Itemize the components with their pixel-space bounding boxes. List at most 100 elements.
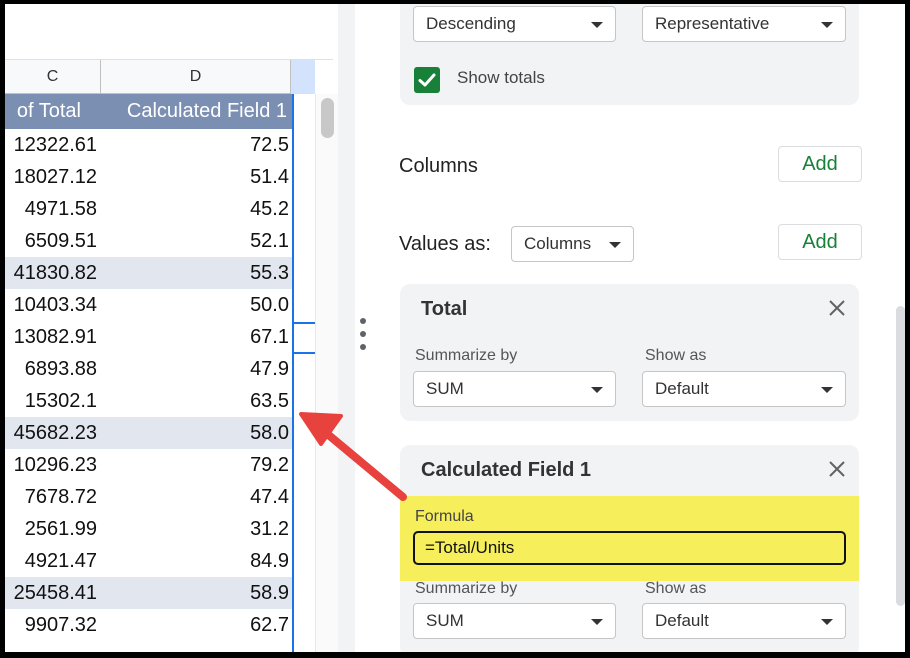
summarize-by-select[interactable]: SUM: [413, 371, 616, 407]
cell-of-total[interactable]: 13082.91: [5, 321, 97, 353]
cell-of-total[interactable]: 6509.51: [5, 225, 97, 257]
formula-highlight: Formula =Total/Units: [400, 496, 859, 581]
total-card-title: Total: [421, 298, 468, 320]
cell-calculated-field[interactable]: 47.9: [101, 353, 289, 385]
cell-calculated-field[interactable]: 62.7: [101, 609, 289, 641]
table-row: 10296.23 79.2: [5, 449, 292, 481]
cell-of-total[interactable]: 6893.88: [5, 353, 97, 385]
table-row: 4971.58 45.2: [5, 193, 292, 225]
table-row: 12322.61 72.5: [5, 129, 292, 161]
spreadsheet-grid: C D of Total Calculated Field 1 12322.61…: [5, 4, 338, 652]
cell-of-total[interactable]: 12322.61: [5, 129, 97, 161]
cell-calculated-field[interactable]: 55.3: [101, 257, 289, 289]
chevron-down-icon: [821, 387, 833, 393]
cell-calculated-field[interactable]: 47.4: [101, 481, 289, 513]
table-row: 4921.47 84.9: [5, 545, 292, 577]
sort-by-select[interactable]: Representative: [642, 6, 846, 42]
rows-field-card: Descending Representative Show totals: [400, 4, 859, 105]
values-as-label: Values as:: [399, 233, 491, 255]
cell-calculated-field[interactable]: 45.2: [101, 193, 289, 225]
cell-calculated-field[interactable]: 63.5: [101, 385, 289, 417]
panel-divider: [338, 4, 355, 652]
cell-calculated-field[interactable]: 58.0: [101, 417, 289, 449]
show-as-label: Show as: [645, 347, 707, 364]
summarize-by-select-value: SUM: [426, 379, 464, 398]
summarize-by-label: Summarize by: [415, 347, 518, 364]
sheet-scrollbar-thumb[interactable]: [321, 98, 334, 138]
cell-calculated-field[interactable]: 79.2: [101, 449, 289, 481]
sort-by-select-value: Representative: [655, 14, 770, 33]
values-as-select[interactable]: Columns: [511, 226, 634, 262]
cell-of-total[interactable]: 4921.47: [5, 545, 97, 577]
pivot-header-col-d[interactable]: Calculated Field 1: [101, 94, 291, 129]
cell-of-total[interactable]: 2561.99: [5, 513, 97, 545]
chevron-down-icon: [821, 22, 833, 28]
cell-calculated-field[interactable]: 58.9: [101, 577, 289, 609]
selection-border: [292, 94, 294, 652]
cell-calculated-field[interactable]: 50.0: [101, 289, 289, 321]
order-select[interactable]: Descending: [413, 6, 616, 42]
summarize-by-select[interactable]: SUM: [413, 603, 616, 639]
add-column-button[interactable]: Add: [778, 146, 862, 182]
total-value-card: Total Summarize by SUM Show as Default: [400, 284, 859, 421]
show-totals-label[interactable]: Show totals: [457, 68, 545, 88]
cell-of-total[interactable]: 10296.23: [5, 449, 97, 481]
summarize-by-label: Summarize by: [415, 580, 518, 597]
calculated-field-title: Calculated Field 1: [421, 459, 592, 481]
summarize-by-select-value: SUM: [426, 611, 464, 630]
cell-calculated-field[interactable]: 52.1: [101, 225, 289, 257]
table-row: 6893.88 47.9: [5, 353, 292, 385]
cell-of-total[interactable]: 10403.34: [5, 289, 97, 321]
cell-of-total[interactable]: 41830.82: [5, 257, 97, 289]
pivot-table-editor: Descending Representative Show totals Co…: [355, 4, 905, 652]
table-row: 10403.34 50.0: [5, 289, 292, 321]
close-icon[interactable]: [827, 298, 847, 318]
cell-calculated-field[interactable]: 67.1: [101, 321, 289, 353]
table-row: 13082.91 67.1: [5, 321, 292, 353]
columns-section-label: Columns: [399, 155, 478, 177]
column-header-bar: C D: [5, 60, 315, 94]
cell-of-total[interactable]: 4971.58: [5, 193, 97, 225]
sheet-toolbar-area: [5, 18, 333, 60]
show-as-select-value: Default: [655, 379, 709, 398]
pivot-header-col-c[interactable]: of Total: [5, 94, 101, 129]
chevron-down-icon: [591, 619, 603, 625]
table-row: 7678.72 47.4: [5, 481, 292, 513]
show-as-select[interactable]: Default: [642, 371, 846, 407]
cell-calculated-field[interactable]: 51.4: [101, 161, 289, 193]
check-icon: [418, 73, 436, 87]
column-header-c[interactable]: C: [5, 60, 101, 94]
calculated-field-card: Calculated Field 1 Formula =Total/Units …: [400, 445, 859, 652]
column-header-selected[interactable]: [291, 60, 315, 94]
cell-calculated-field[interactable]: 72.5: [101, 129, 289, 161]
add-value-button[interactable]: Add: [778, 224, 862, 260]
cell-of-total[interactable]: 25458.41: [5, 577, 97, 609]
more-vert-icon[interactable]: [360, 318, 366, 352]
show-as-select-value: Default: [655, 611, 709, 630]
cell-calculated-field[interactable]: 84.9: [101, 545, 289, 577]
sheet-vertical-scrollbar[interactable]: [315, 94, 338, 652]
table-row: 25458.41 58.9: [5, 577, 292, 609]
show-totals-checkbox[interactable]: [414, 67, 440, 93]
chevron-down-icon: [591, 387, 603, 393]
show-as-select[interactable]: Default: [642, 603, 846, 639]
cell-of-total[interactable]: 45682.23: [5, 417, 97, 449]
close-icon[interactable]: [827, 459, 847, 479]
table-row: 15302.1 63.5: [5, 385, 292, 417]
show-as-label: Show as: [645, 580, 707, 597]
column-header-d[interactable]: D: [101, 60, 291, 94]
table-row: 41830.82 55.3: [5, 257, 292, 289]
editor-scrollbar-thumb[interactable]: [896, 306, 905, 606]
table-row: 9907.32 62.7: [5, 609, 292, 641]
cell-of-total[interactable]: 15302.1: [5, 385, 97, 417]
cell-of-total[interactable]: 18027.12: [5, 161, 97, 193]
cell-of-total[interactable]: 7678.72: [5, 481, 97, 513]
chevron-down-icon: [821, 619, 833, 625]
table-row: 45682.23 58.0: [5, 417, 292, 449]
formula-input[interactable]: =Total/Units: [413, 531, 846, 565]
table-row: 18027.12 51.4: [5, 161, 292, 193]
cell-calculated-field[interactable]: 31.2: [101, 513, 289, 545]
pivot-rows: 12322.61 72.5 18027.12 51.4 4971.58 45.2 6509.…: [5, 129, 292, 641]
table-row: 2561.99 31.2: [5, 513, 292, 545]
cell-of-total[interactable]: 9907.32: [5, 609, 97, 641]
